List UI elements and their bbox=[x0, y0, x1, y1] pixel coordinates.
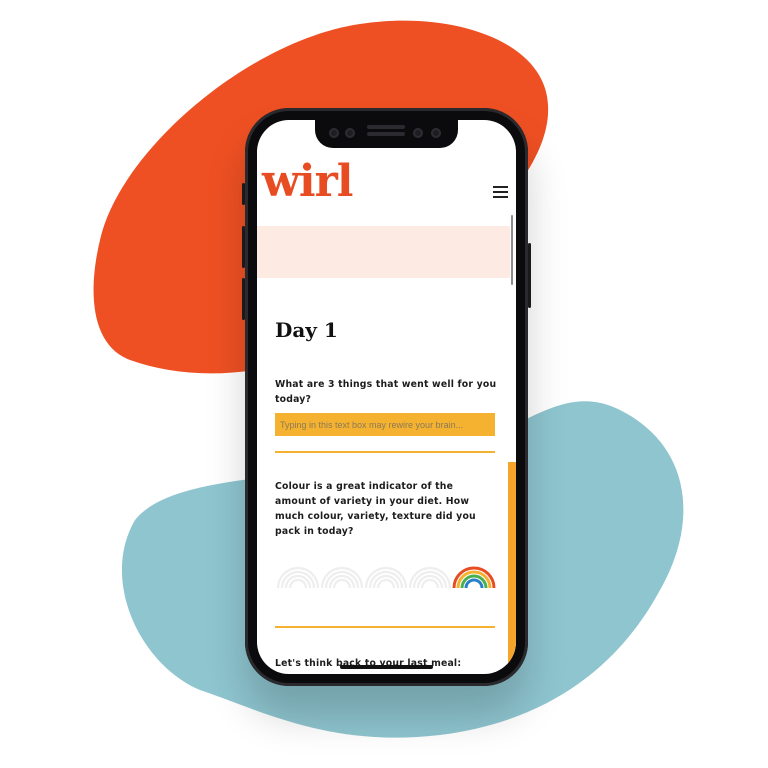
mute-switch bbox=[242, 183, 245, 205]
question-went-well: What are 3 things that went well for you… bbox=[275, 379, 497, 405]
sensor-icon bbox=[345, 128, 355, 138]
camera-icon bbox=[329, 128, 339, 138]
power-button bbox=[528, 243, 531, 308]
went-well-input[interactable] bbox=[275, 413, 495, 436]
volume-down-button bbox=[242, 278, 245, 320]
wirl-logo[interactable]: wirl bbox=[262, 156, 353, 207]
speaker-grille-lower bbox=[367, 132, 405, 136]
rainbow-icon[interactable] bbox=[407, 560, 453, 588]
question-colour: Colour is a great indicator of the amoun… bbox=[275, 481, 476, 537]
rainbow-rating bbox=[275, 560, 497, 588]
rainbow-icon-selected[interactable] bbox=[451, 560, 497, 588]
section-divider bbox=[275, 626, 495, 628]
notch bbox=[315, 120, 458, 148]
hamburger-menu-icon[interactable] bbox=[493, 186, 508, 198]
page-title: Day 1 bbox=[275, 318, 338, 342]
sensor-icon bbox=[413, 128, 423, 138]
scrollbar[interactable] bbox=[511, 215, 513, 285]
front-camera-icon bbox=[431, 128, 441, 138]
volume-up-button bbox=[242, 226, 245, 268]
rainbow-icon[interactable] bbox=[363, 560, 409, 588]
phone-frame: wirl Day 1 What are 3 things that went w… bbox=[242, 108, 531, 686]
rainbow-icon[interactable] bbox=[319, 560, 365, 588]
section-divider bbox=[275, 451, 495, 453]
speaker-grille bbox=[367, 125, 405, 129]
side-accent-bar bbox=[508, 462, 516, 674]
site-header: wirl bbox=[257, 150, 516, 226]
home-indicator[interactable] bbox=[340, 665, 433, 669]
rainbow-icon[interactable] bbox=[275, 560, 321, 588]
hero-banner bbox=[257, 226, 510, 278]
phone-screen: wirl Day 1 What are 3 things that went w… bbox=[257, 120, 516, 674]
